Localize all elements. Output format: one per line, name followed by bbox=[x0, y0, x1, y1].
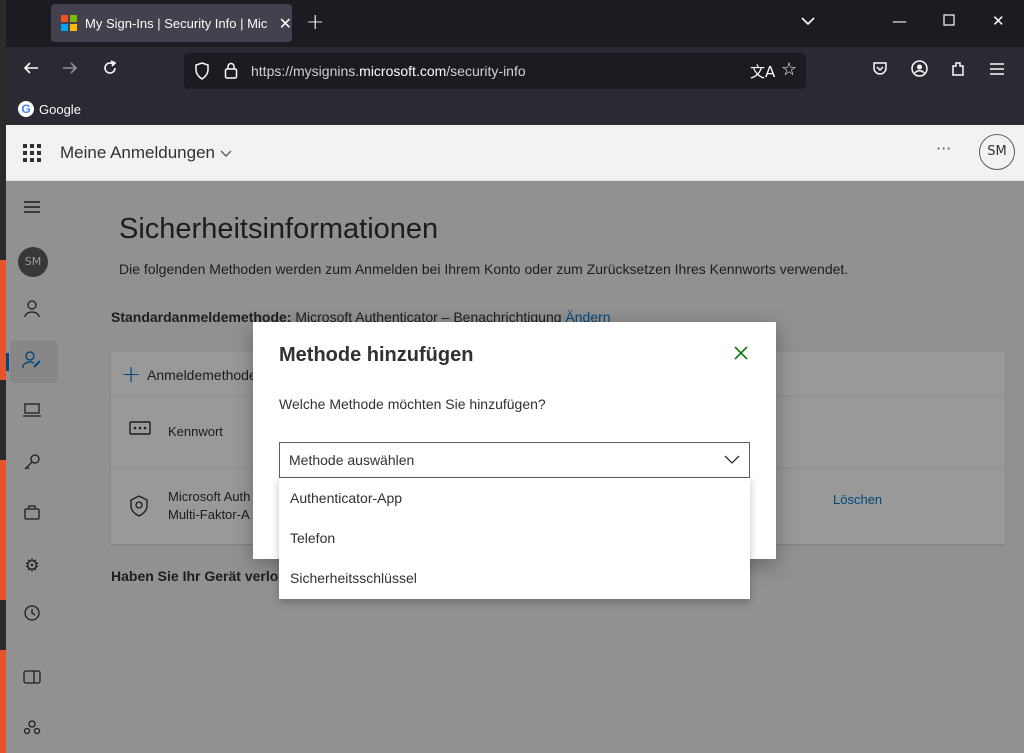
tab-list-chevron-icon[interactable] bbox=[801, 12, 815, 30]
bookmark-label: Google bbox=[39, 101, 81, 117]
navigation-bar: https://mysignins.microsoft.com/security… bbox=[6, 47, 1024, 95]
dialog-title: Methode hinzufügen bbox=[279, 344, 474, 366]
back-icon[interactable] bbox=[23, 60, 39, 81]
shield-icon[interactable] bbox=[194, 62, 210, 84]
forward-icon[interactable] bbox=[62, 60, 78, 81]
close-window-icon[interactable]: ✕ bbox=[992, 12, 1005, 30]
avatar[interactable]: SM bbox=[979, 134, 1015, 170]
dialog-question: Welche Methode möchten Sie hinzufügen? bbox=[279, 396, 546, 412]
account-icon[interactable] bbox=[911, 60, 928, 82]
pocket-icon[interactable] bbox=[872, 60, 888, 81]
tab-title: My Sign-Ins | Security Info | Mic bbox=[85, 15, 268, 31]
option-security-key[interactable]: Sicherheitsschlüssel bbox=[279, 558, 750, 598]
select-placeholder: Methode auswählen bbox=[289, 452, 415, 468]
method-dropdown-list: Authenticator-App Telefon Sicherheitssch… bbox=[279, 478, 750, 599]
new-tab-icon[interactable]: + bbox=[306, 10, 324, 35]
app-title[interactable]: Meine Anmeldungen bbox=[60, 143, 232, 163]
menu-hamburger-icon[interactable] bbox=[989, 60, 1005, 81]
chevron-down-icon bbox=[220, 150, 232, 157]
app-header: Meine Anmeldungen ··· SM bbox=[6, 125, 1024, 181]
url-text[interactable]: https://mysignins.microsoft.com/security… bbox=[251, 63, 526, 79]
reload-icon[interactable] bbox=[102, 60, 118, 81]
tab-close-icon[interactable]: ✕ bbox=[279, 14, 292, 33]
lock-icon[interactable] bbox=[224, 62, 238, 84]
microsoft-logo-icon bbox=[61, 15, 77, 31]
option-authenticator-app[interactable]: Authenticator-App bbox=[279, 478, 750, 518]
bookmark-star-icon[interactable]: ☆ bbox=[781, 59, 797, 80]
tab-strip: My Sign-Ins | Security Info | Mic ✕ + — … bbox=[6, 0, 1024, 47]
close-icon[interactable] bbox=[733, 344, 749, 366]
translate-icon[interactable]: 文A bbox=[750, 61, 775, 82]
minimize-icon[interactable]: — bbox=[892, 12, 907, 30]
browser-window: My Sign-Ins | Security Info | Mic ✕ + — … bbox=[6, 0, 1024, 753]
extensions-icon[interactable] bbox=[950, 60, 967, 82]
option-phone[interactable]: Telefon bbox=[279, 518, 750, 558]
app-launcher-icon[interactable] bbox=[23, 144, 41, 162]
bookmarks-bar: G Google bbox=[6, 95, 1024, 125]
maximize-icon[interactable] bbox=[943, 12, 955, 30]
more-options-icon[interactable]: ··· bbox=[936, 139, 951, 158]
browser-tab[interactable]: My Sign-Ins | Security Info | Mic ✕ bbox=[51, 4, 292, 42]
address-bar[interactable]: https://mysignins.microsoft.com/security… bbox=[184, 53, 806, 89]
google-icon: G bbox=[18, 101, 34, 117]
method-select[interactable]: Methode auswählen bbox=[279, 442, 750, 478]
bookmark-google[interactable]: G Google bbox=[18, 101, 81, 117]
chevron-down-icon bbox=[724, 455, 740, 464]
